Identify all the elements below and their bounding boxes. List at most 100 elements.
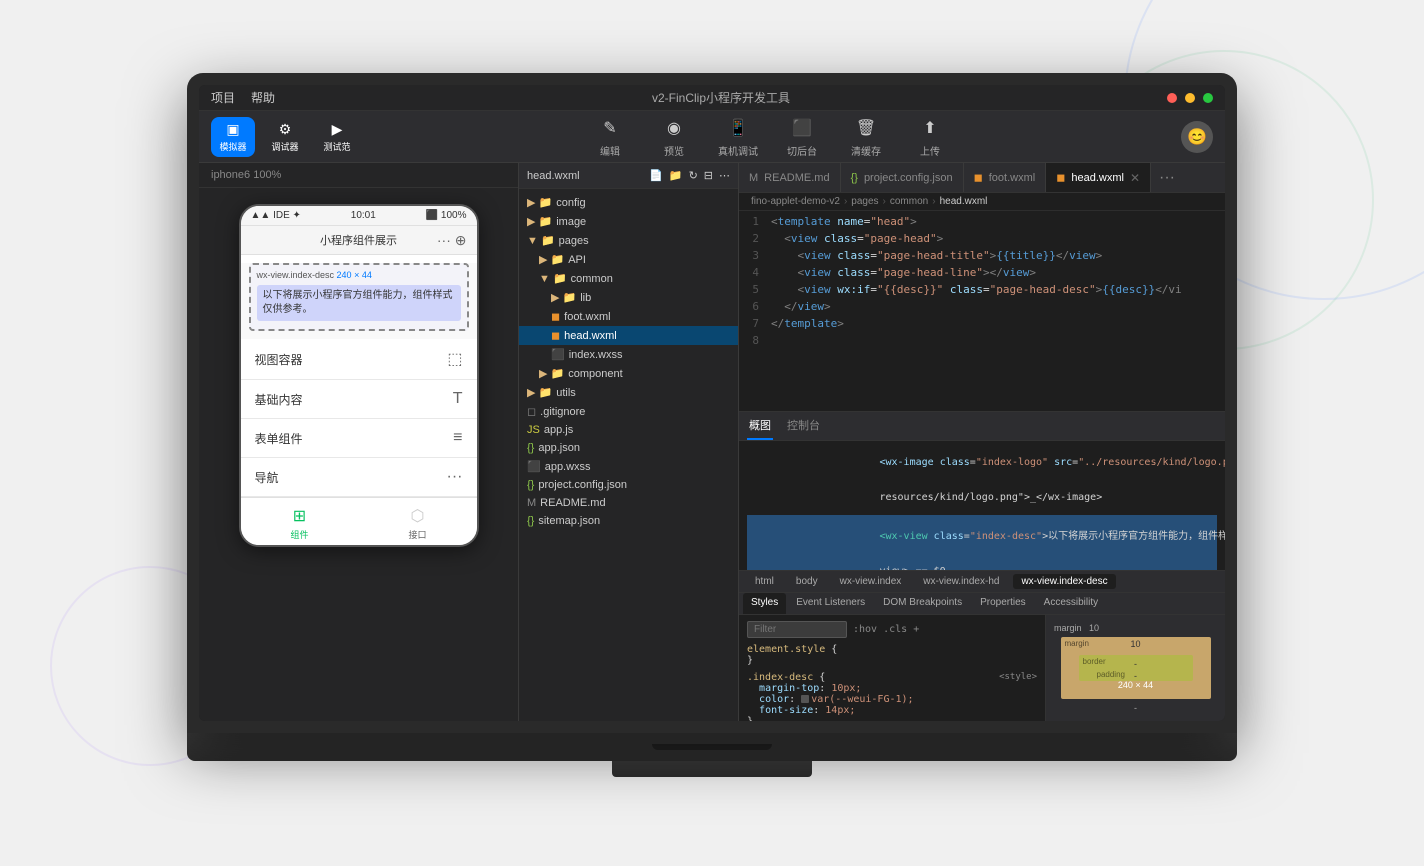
md-file-icon: M	[527, 497, 536, 509]
insp-tab-properties[interactable]: Properties	[972, 593, 1034, 614]
upload-label: 上传	[920, 143, 940, 158]
tree-item-app-json[interactable]: {} app.json	[519, 439, 738, 457]
tree-label-readme: README.md	[540, 497, 605, 509]
tab-readme[interactable]: M README.md	[739, 163, 841, 192]
js-file-icon: JS	[527, 424, 540, 436]
phone-battery: ⬛ 100%	[426, 210, 467, 221]
tree-item-image[interactable]: ▶ 📁 image	[519, 212, 738, 231]
device-label: iphone6 100%	[211, 169, 281, 181]
tree-item-sitemap[interactable]: {} sitemap.json	[519, 512, 738, 530]
tree-item-gitignore[interactable]: ◻ .gitignore	[519, 402, 738, 421]
inspector-tabs-bar: Styles Event Listeners DOM Breakpoints P…	[739, 593, 1225, 615]
devtool-tab-console[interactable]: 控制台	[785, 412, 822, 440]
code-content-2: <view class="page-head">	[771, 232, 951, 245]
user-avatar[interactable]: 😊	[1181, 121, 1213, 153]
screen-bezel: 项目 帮助 v2-FinClip小程序开发工具 ▣ 模拟器	[187, 73, 1237, 733]
tab-more-button[interactable]: ···	[1151, 169, 1183, 187]
phone-section-3[interactable]: 导航 ···	[241, 458, 477, 497]
phone-section-0[interactable]: 视图容器 ⬚	[241, 339, 477, 380]
phone-nav-item-0[interactable]: ⊞ 组件	[241, 506, 359, 541]
box-margin-top: 10	[1130, 639, 1140, 649]
tree-item-utils[interactable]: ▶ 📁 utils	[519, 383, 738, 402]
test-button[interactable]: ▶ 测试范	[315, 117, 359, 157]
tree-label-image: image	[556, 216, 586, 228]
tree-item-common[interactable]: ▼ 📁 common	[519, 269, 738, 288]
background-icon: ⬛	[790, 116, 814, 140]
tab-readme-icon: M	[749, 172, 758, 184]
file-tree-icon-new-folder[interactable]: 📁	[669, 169, 683, 182]
file-tree-icon-new-file[interactable]: 📄	[649, 169, 663, 182]
tree-item-head-wxml[interactable]: ◼ head.wxml	[519, 326, 738, 345]
file-tree-icon-more[interactable]: ⋯	[719, 169, 730, 182]
tree-item-pages[interactable]: ▼ 📁 pages	[519, 231, 738, 250]
elem-tab-body[interactable]: body	[788, 574, 826, 589]
phone-section-2[interactable]: 表单组件 ≡	[241, 419, 477, 458]
preview-icon: ◉	[662, 116, 686, 140]
tree-item-config[interactable]: ▶ 📁 config	[519, 193, 738, 212]
menu-item-help[interactable]: 帮助	[251, 89, 275, 106]
left-panel: iphone6 100% ▲▲ IDE ✦ 10:01 ⬛ 100% 小	[199, 163, 519, 721]
tab-foot-wxml[interactable]: ◼ foot.wxml	[964, 163, 1047, 192]
tab-project-config[interactable]: {} project.config.json	[841, 163, 964, 192]
simulator-label: 模拟器	[219, 140, 246, 153]
tree-item-lib[interactable]: ▶ 📁 lib	[519, 288, 738, 307]
html-tree-line-2[interactable]: <wx-view class="index-desc">以下将展示小程序官方组件…	[747, 515, 1217, 554]
insp-tab-accessibility[interactable]: Accessibility	[1036, 593, 1106, 614]
device-debug-tool[interactable]: 📱 真机调试	[716, 116, 760, 158]
tree-item-index-wxss[interactable]: ⬛ index.wxss	[519, 345, 738, 364]
elem-tab-wx-index[interactable]: wx-view.index	[832, 574, 910, 589]
file-tree-icon-refresh[interactable]: ↻	[689, 169, 698, 182]
upload-tool[interactable]: ⬆ 上传	[908, 116, 952, 158]
html-tree-line-3[interactable]: view> == $0	[747, 554, 1217, 571]
elem-tab-wx-index-hd[interactable]: wx-view.index-hd	[915, 574, 1007, 589]
test-label: 测试范	[323, 140, 350, 153]
line-number-6: 6	[739, 300, 771, 313]
toolbar-center: ✎ 编辑 ◉ 预览 📱 真机调试 ⬛ 切后台	[359, 116, 1181, 158]
maximize-button[interactable]	[1203, 93, 1213, 103]
clear-cache-tool[interactable]: 🗑 清缓存	[844, 116, 888, 158]
file-tree-header: head.wxml 📄 📁 ↻ ⊟ ⋯	[519, 163, 738, 189]
tree-item-readme[interactable]: M README.md	[519, 494, 738, 512]
folder-closed-icon: ▶ 📁	[527, 196, 552, 209]
minimize-button[interactable]	[1185, 93, 1195, 103]
tree-label-pages: pages	[559, 235, 589, 247]
html-tree[interactable]: <wx-image class="index-logo" src="../res…	[739, 441, 1225, 571]
breadcrumb-sep-2: ›	[883, 196, 886, 207]
insp-tab-event-listeners[interactable]: Event Listeners	[788, 593, 873, 614]
code-line-8: 8	[739, 334, 1225, 351]
folder-closed-icon: ▶ 📁	[539, 367, 564, 380]
elem-tab-html[interactable]: html	[747, 574, 782, 589]
edit-tool[interactable]: ✎ 编辑	[588, 116, 632, 158]
tree-label-head-wxml: head.wxml	[564, 330, 617, 342]
elem-tab-wx-index-desc[interactable]: wx-view.index-desc	[1013, 574, 1115, 589]
tree-item-component[interactable]: ▶ 📁 component	[519, 364, 738, 383]
tree-item-api[interactable]: ▶ 📁 API	[519, 250, 738, 269]
debugger-button[interactable]: ⚙ 调试器	[263, 117, 307, 157]
menu-item-project[interactable]: 项目	[211, 89, 235, 106]
phone-signal: ▲▲ IDE ✦	[251, 210, 301, 221]
insp-tab-styles[interactable]: Styles	[743, 593, 786, 614]
tree-item-app-wxss[interactable]: ⬛ app.wxss	[519, 457, 738, 476]
insp-tab-dom-breakpoints[interactable]: DOM Breakpoints	[875, 593, 970, 614]
background-tool[interactable]: ⬛ 切后台	[780, 116, 824, 158]
phone-nav-item-1[interactable]: ⬡ 接口	[359, 506, 477, 541]
preview-tool[interactable]: ◉ 预览	[652, 116, 696, 158]
breadcrumb-pages: pages	[851, 196, 878, 207]
file-tree-root: head.wxml	[527, 170, 580, 182]
file-tree-icon-collapse[interactable]: ⊟	[704, 169, 713, 182]
code-editor[interactable]: 1 <template name="head"> 2 <view class="…	[739, 211, 1225, 411]
css-selector-element: element.style	[747, 644, 831, 655]
tab-close-icon[interactable]: ✕	[1130, 172, 1140, 184]
tab-head-wxml[interactable]: ◼ head.wxml ✕	[1046, 163, 1151, 192]
devtool-tab-preview[interactable]: 概图	[747, 412, 773, 440]
tree-item-app-js[interactable]: JS app.js	[519, 421, 738, 439]
tree-item-project-config[interactable]: {} project.config.json	[519, 476, 738, 494]
close-button[interactable]	[1167, 93, 1177, 103]
phone-section-1[interactable]: 基础内容 T	[241, 380, 477, 419]
styles-filter-input[interactable]	[747, 621, 847, 638]
tree-item-foot-wxml[interactable]: ◼ foot.wxml	[519, 307, 738, 326]
css-val-font-size: 14px;	[825, 705, 855, 716]
phone-nav-more[interactable]: ··· ⊕	[437, 232, 467, 249]
xml-file-icon: ◼	[551, 310, 560, 323]
simulator-button[interactable]: ▣ 模拟器	[211, 117, 255, 157]
